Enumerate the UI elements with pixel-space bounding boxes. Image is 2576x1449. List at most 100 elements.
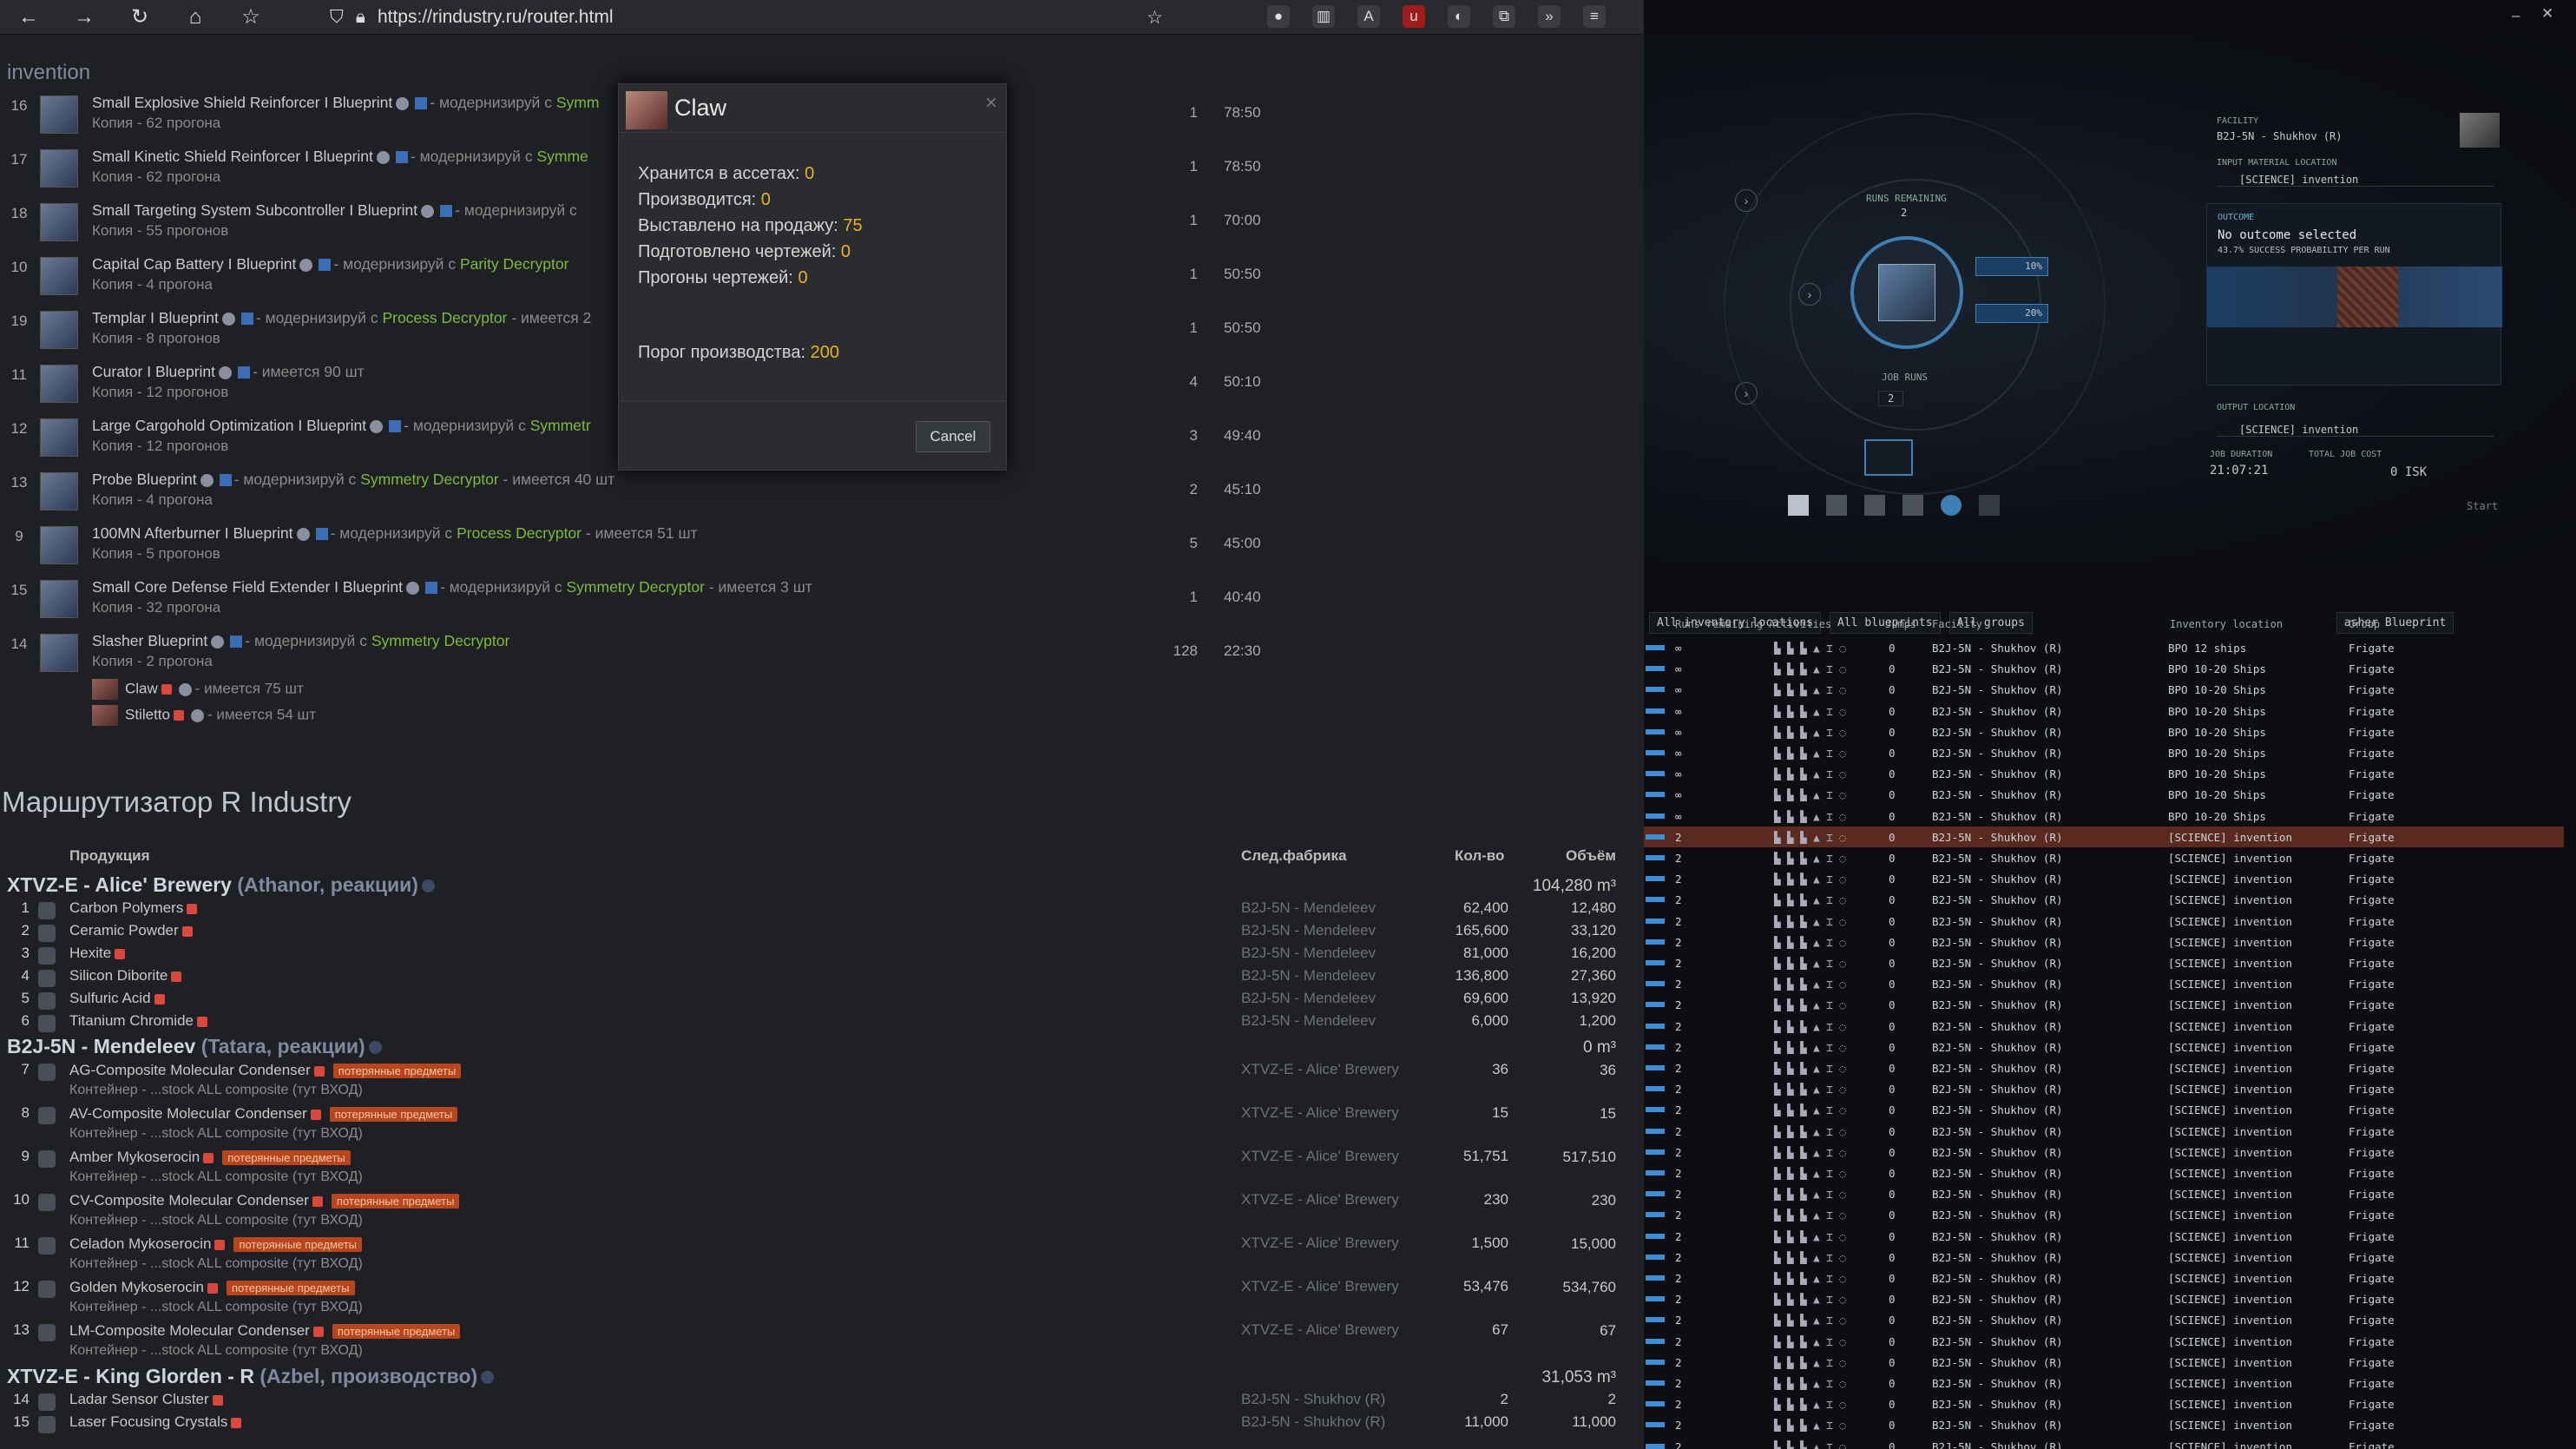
invention-icon[interactable] bbox=[1941, 495, 1962, 516]
item-link[interactable]: Laser Focusing Crystals bbox=[69, 1413, 227, 1430]
router-row[interactable]: 15 Laser Focusing Crystals B2J-5N - Shukho… bbox=[0, 1413, 1644, 1436]
blueprint-list-row[interactable]: 2 ▙ ▙ ▙ ▲ ⌶ ◌ 0 B2J-5N - Shukhov (R) [SCIENC… bbox=[1644, 932, 2564, 952]
input-location-select[interactable]: [SCIENCE] invention bbox=[2217, 174, 2494, 187]
router-row[interactable]: 2 Ceramic Powder B2J-5N - Mendeleev 165,600… bbox=[0, 922, 1644, 945]
minimize-icon[interactable]: – bbox=[2512, 7, 2520, 24]
blueprint-list-row[interactable]: ∞ ▙ ▙ ▙ ▲ ⌶ ◌ 0 B2J-5N - Shukhov (R) BPO 10-… bbox=[1644, 721, 2564, 742]
blueprint-list-row[interactable]: 2 ▙ ▙ ▙ ▲ ⌶ ◌ 0 B2J-5N - Shukhov (R) [SCIENC… bbox=[1644, 868, 2564, 889]
blueprint-list-row[interactable]: 2 ▙ ▙ ▙ ▲ ⌶ ◌ 0 B2J-5N - Shukhov (R) [SCIENC… bbox=[1644, 1309, 2564, 1330]
overflow-icon[interactable]: » bbox=[1538, 5, 1561, 28]
reload-icon[interactable]: ↻ bbox=[128, 5, 151, 29]
blueprint-list-row[interactable]: 2 ▙ ▙ ▙ ▲ ⌶ ◌ 0 B2J-5N - Shukhov (R) [SCIENC… bbox=[1644, 1162, 2564, 1183]
blueprint-list-row[interactable]: ∞ ▙ ▙ ▙ ▲ ⌶ ◌ 0 B2J-5N - Shukhov (R) BPO 10-… bbox=[1644, 784, 2564, 805]
invention-row[interactable]: 9 100MN Afterburner I Blueprint - модерниз… bbox=[0, 521, 1302, 575]
blueprint-list-row[interactable]: ∞ ▙ ▙ ▙ ▲ ⌶ ◌ 0 B2J-5N - Shukhov (R) BPO 10-… bbox=[1644, 742, 2564, 763]
blueprint-list-row[interactable]: 2 ▙ ▙ ▙ ▲ ⌶ ◌ 0 B2J-5N - Shukhov (R) [SCIENC… bbox=[1644, 889, 2564, 910]
blueprint-link[interactable]: Small Explosive Shield Reinforcer I Blue… bbox=[92, 94, 392, 111]
blueprint-link[interactable]: Capital Cap Battery I Blueprint bbox=[92, 255, 296, 273]
router-row[interactable]: 7 AG-Composite Molecular Condenser потерян… bbox=[0, 1061, 1644, 1083]
router-row[interactable]: 3 Hexite B2J-5N - Mendeleev 81,000 16,200 bbox=[0, 945, 1644, 967]
close-icon[interactable]: × bbox=[985, 91, 997, 115]
col-jumps[interactable]: Jumps bbox=[1885, 618, 1916, 630]
blueprint-list-row[interactable]: 2 ▙ ▙ ▙ ▲ ⌶ ◌ 0 B2J-5N - Shukhov (R) [SCIENC… bbox=[1644, 1016, 2564, 1037]
info-icon[interactable] bbox=[178, 682, 192, 696]
router-row[interactable]: 8 AV-Composite Molecular Condenser потерян… bbox=[0, 1104, 1644, 1127]
blueprint-list-row[interactable]: 2 ▙ ▙ ▙ ▲ ⌶ ◌ 0 B2J-5N - Shukhov (R) [SCIENC… bbox=[1644, 1414, 2564, 1435]
group-name[interactable]: B2J-5N - Mendeleev bbox=[7, 1035, 195, 1057]
router-row[interactable]: 13 LM-Composite Molecular Condenser потеря… bbox=[0, 1321, 1644, 1344]
info-icon[interactable] bbox=[421, 204, 435, 218]
blueprint-link[interactable]: Small Kinetic Shield Reinforcer I Bluepr… bbox=[92, 148, 373, 165]
product-row[interactable]: Claw - имеется 75 шт bbox=[92, 679, 304, 700]
item-link[interactable]: Carbon Polymers bbox=[69, 899, 183, 916]
info-icon[interactable] bbox=[296, 527, 310, 541]
blueprint-list-row[interactable]: ∞ ▙ ▙ ▙ ▲ ⌶ ◌ 0 B2J-5N - Shukhov (R) BPO 10-… bbox=[1644, 679, 2564, 700]
router-row[interactable]: 5 Sulfuric Acid B2J-5N - Mendeleev 69,600 13… bbox=[0, 990, 1644, 1012]
info-icon[interactable] bbox=[200, 473, 214, 487]
blueprint-list-row[interactable]: 2 ▙ ▙ ▙ ▲ ⌶ ◌ 0 B2J-5N - Shukhov (R) [SCIENC… bbox=[1644, 1204, 2564, 1225]
url-bar[interactable]: ⛉ 🔒︎ https://rindustry.ru/router.html ☆ bbox=[330, 3, 1163, 31]
blueprint-list-row[interactable]: 2 ▙ ▙ ▙ ▲ ⌶ ◌ 0 B2J-5N - Shukhov (R) [SCIENC… bbox=[1644, 1393, 2564, 1414]
blueprint-list-row[interactable]: ∞ ▙ ▙ ▙ ▲ ⌶ ◌ 0 B2J-5N - Shukhov (R) BPO 10-… bbox=[1644, 658, 2564, 679]
blueprint-list-row[interactable]: 2 ▙ ▙ ▙ ▲ ⌶ ◌ 0 B2J-5N - Shukhov (R) [SCIENC… bbox=[1644, 1226, 2564, 1247]
menu-icon[interactable]: ≡ bbox=[1583, 5, 1606, 28]
col-facility[interactable]: Facility bbox=[1932, 618, 1982, 630]
star-icon[interactable]: ☆ bbox=[1147, 7, 1163, 29]
extension2-icon[interactable]: ◐ bbox=[1448, 5, 1470, 28]
item-link[interactable]: Ladar Sensor Cluster bbox=[69, 1391, 209, 1407]
home-icon[interactable]: ⌂ bbox=[184, 5, 207, 29]
item-link[interactable]: Sulfuric Acid bbox=[69, 990, 151, 1006]
item-link[interactable]: Golden Mykoserocin bbox=[69, 1279, 204, 1295]
blueprint-list-row[interactable]: 2 ▙ ▙ ▙ ▲ ⌶ ◌ 0 B2J-5N - Shukhov (R) [SCIENC… bbox=[1644, 1288, 2564, 1309]
product-name[interactable]: Stiletto bbox=[125, 706, 170, 722]
group-name[interactable]: XTVZ-E - King Glorden - R bbox=[7, 1365, 254, 1387]
item-link[interactable]: Ceramic Powder bbox=[69, 922, 179, 939]
info-icon[interactable] bbox=[370, 419, 384, 433]
item-link[interactable]: Amber Mykoserocin bbox=[69, 1149, 200, 1165]
blueprint-link[interactable]: Large Cargohold Optimization I Blueprint bbox=[92, 417, 366, 434]
blueprint-list-row[interactable]: 2 ▙ ▙ ▙ ▲ ⌶ ◌ 0 B2J-5N - Shukhov (R) [SCIENC… bbox=[1644, 1352, 2564, 1373]
blueprint-list-row[interactable]: 2 ▙ ▙ ▙ ▲ ⌶ ◌ 0 B2J-5N - Shukhov (R) [SCIENC… bbox=[1644, 1037, 2564, 1057]
blueprint-list-row[interactable]: ∞ ▙ ▙ ▙ ▲ ⌶ ◌ 0 B2J-5N - Shukhov (R) BPO 10-… bbox=[1644, 806, 2564, 827]
blueprint-list-row[interactable]: 2 ▙ ▙ ▙ ▲ ⌶ ◌ 0 B2J-5N - Shukhov (R) [SCIENC… bbox=[1644, 1183, 2564, 1204]
close-window-icon[interactable]: ✕ bbox=[2541, 5, 2553, 23]
blueprint-list-row[interactable]: 2 ▙ ▙ ▙ ▲ ⌶ ◌ 0 B2J-5N - Shukhov (R) [SCIENC… bbox=[1644, 973, 2564, 994]
col-runs[interactable]: Runs remaining bbox=[1675, 618, 1763, 630]
blueprint-list-row[interactable]: 2 ▙ ▙ ▙ ▲ ⌶ ◌ 0 B2J-5N - Shukhov (R) [SCIENC… bbox=[1644, 847, 2564, 868]
blueprint-list-row[interactable]: 2 ▙ ▙ ▙ ▲ ⌶ ◌ 0 B2J-5N - Shukhov (R) [SCIENC… bbox=[1644, 1057, 2564, 1078]
job-runs-input[interactable]: 2 bbox=[1878, 391, 1904, 406]
bookmark-icon[interactable]: ☆ bbox=[240, 5, 262, 29]
info-icon[interactable] bbox=[396, 96, 410, 110]
reaction-icon[interactable] bbox=[1979, 495, 2000, 516]
copy-icon[interactable] bbox=[1902, 495, 1923, 516]
invention-row[interactable]: 14 Slasher Blueprint - модернизируй с Symm… bbox=[0, 629, 1302, 682]
sidebar-icon[interactable]: ▥ bbox=[1312, 5, 1335, 28]
manufacturing-icon[interactable] bbox=[1788, 495, 1809, 516]
blueprint-list-row[interactable]: 2 ▙ ▙ ▙ ▲ ⌶ ◌ 0 B2J-5N - Shukhov (R) [SCIENC… bbox=[1644, 1099, 2564, 1120]
me-research-icon[interactable] bbox=[1864, 495, 1885, 516]
decryptor-slot[interactable] bbox=[1864, 439, 1913, 476]
back-icon[interactable]: ← bbox=[17, 5, 40, 29]
blueprint-list-row[interactable]: 2 ▙ ▙ ▙ ▲ ⌶ ◌ 0 B2J-5N - Shukhov (R) [SCIENC… bbox=[1644, 1247, 2564, 1268]
ublock-icon[interactable]: u bbox=[1403, 5, 1425, 28]
blueprint-link[interactable]: 100MN Afterburner I Blueprint bbox=[92, 524, 293, 542]
item-link[interactable]: Hexite bbox=[69, 945, 111, 961]
info-icon[interactable] bbox=[481, 1371, 495, 1385]
cancel-button[interactable]: Cancel bbox=[916, 421, 990, 452]
col-group[interactable]: Group bbox=[2349, 618, 2380, 630]
item-link[interactable]: LM-Composite Molecular Condenser bbox=[69, 1322, 310, 1339]
blueprint-link[interactable]: Probe Blueprint bbox=[92, 471, 197, 488]
invention-row[interactable]: 13 Probe Blueprint - модернизируй с Symmet… bbox=[0, 467, 1302, 521]
blueprint-list-row[interactable]: ∞ ▙ ▙ ▙ ▲ ⌶ ◌ 0 B2J-5N - Shukhov (R) BPO 10-… bbox=[1644, 763, 2564, 784]
blueprint-list-row[interactable]: 2 ▙ ▙ ▙ ▲ ⌶ ◌ 0 B2J-5N - Shukhov (R) [SCIENC… bbox=[1644, 1373, 2564, 1393]
blueprint-list-row[interactable]: ∞ ▙ ▙ ▙ ▲ ⌶ ◌ 0 B2J-5N - Shukhov (R) BPO 12 … bbox=[1644, 637, 2564, 658]
info-icon[interactable] bbox=[421, 879, 435, 893]
start-button[interactable]: Start bbox=[2467, 500, 2498, 512]
product-row[interactable]: Stiletto - имеется 54 шт bbox=[92, 705, 316, 726]
extensions-icon[interactable]: ⧉ bbox=[1493, 5, 1515, 28]
blueprint-link[interactable]: Curator I Blueprint bbox=[92, 363, 215, 380]
info-icon[interactable] bbox=[376, 150, 390, 164]
info-icon[interactable] bbox=[368, 1041, 382, 1055]
outcome-selected-slot[interactable] bbox=[2337, 267, 2398, 327]
blueprint-list-row[interactable]: 2 ▙ ▙ ▙ ▲ ⌶ ◌ 0 B2J-5N - Shukhov (R) [SCIENC… bbox=[1644, 1436, 2564, 1449]
